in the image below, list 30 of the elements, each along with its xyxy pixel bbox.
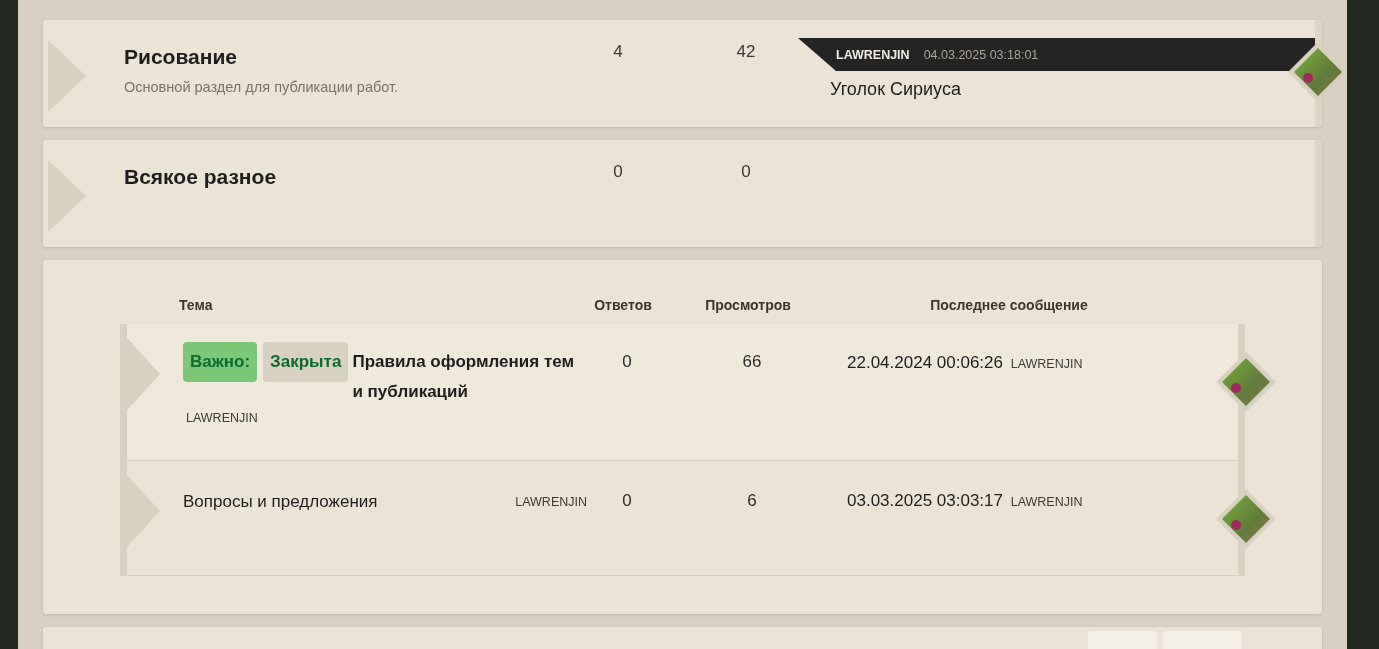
author-name[interactable]: LAWRENJIN (1010, 495, 1083, 509)
column-header: Тема (179, 297, 214, 313)
column-header: Ответов (593, 297, 653, 313)
forum-title[interactable]: Рисование (124, 45, 578, 69)
reply-count: 0 (621, 490, 633, 511)
topic-count: 4 (612, 41, 624, 62)
avatar-image[interactable] (1216, 352, 1276, 412)
author-name[interactable]: LAWRENJIN (836, 47, 910, 62)
last-topic-link[interactable]: Уголок Сириуса (830, 79, 961, 100)
forum-title[interactable]: Всякое разное (124, 165, 578, 189)
post-date: 04.03.2025 03:18:01 (923, 47, 1039, 62)
view-count: 6 (746, 490, 758, 511)
author-name[interactable]: LAWRENJIN (186, 411, 587, 425)
post-count: 42 (735, 41, 757, 62)
post-count: 0 (740, 161, 752, 182)
reply-count: 0 (621, 351, 633, 372)
topic-count: 0 (612, 161, 624, 182)
topic-title[interactable]: Правила оформления тем и публикаций (352, 342, 587, 407)
view-count: 66 (741, 351, 763, 372)
post-date: 22.04.2024 00:06:26 (847, 353, 1003, 372)
topic-label: Важно: (183, 342, 258, 382)
topic-title[interactable]: Вопросы и предложения (183, 487, 513, 517)
column-header: Просмотров (704, 297, 792, 313)
post-date: 03.03.2025 03:03:17 (847, 491, 1003, 510)
avatar-image[interactable] (1216, 489, 1276, 549)
author-name[interactable]: LAWRENJIN (1010, 357, 1083, 371)
forum-description: Основной раздел для публикации работ. (124, 79, 400, 95)
author-name[interactable]: LAWRENJIN (515, 487, 587, 517)
topic-label: Закрыта (263, 342, 349, 382)
column-header: Последнее сообщение (929, 297, 1089, 313)
